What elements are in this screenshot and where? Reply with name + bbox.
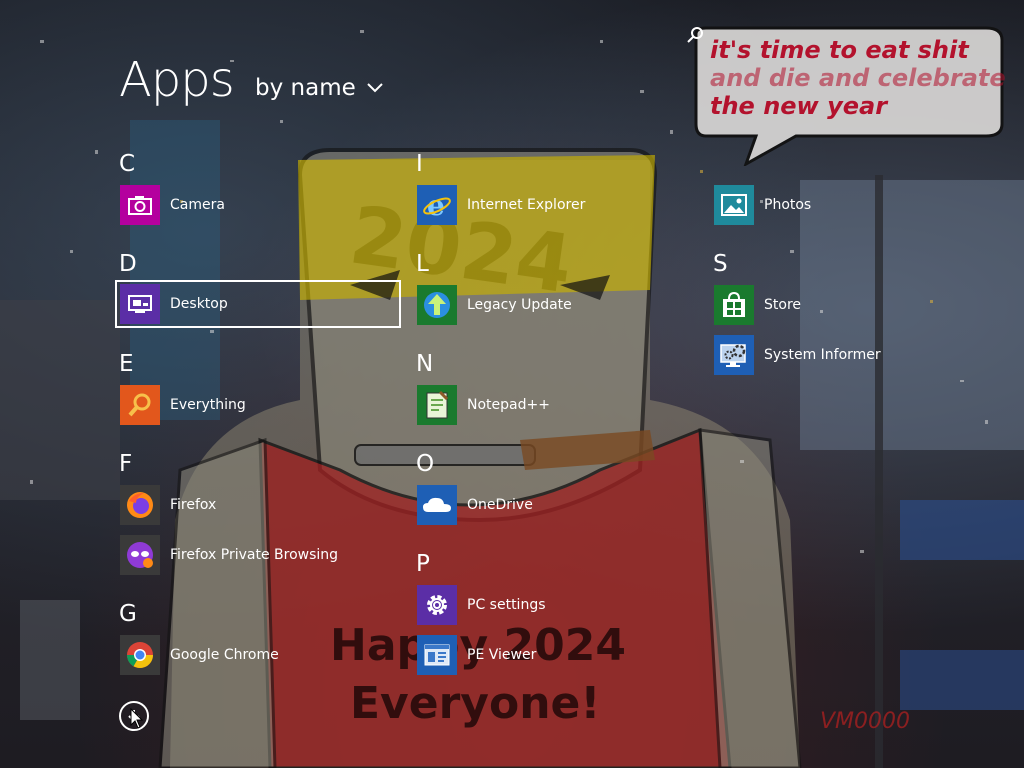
mouse-cursor-icon	[130, 708, 144, 729]
group-header-l[interactable]: L	[416, 251, 429, 277]
group-header-c[interactable]: C	[119, 151, 135, 177]
page-title: Apps	[119, 52, 235, 108]
app-pc-settings[interactable]: PC settings	[417, 583, 701, 627]
svg-text:Everyone!: Everyone!	[350, 678, 600, 729]
bubble-line-1: it's time to eat shit	[710, 36, 969, 64]
app-notepadpp[interactable]: Notepad++	[417, 383, 701, 427]
app-label: Notepad++	[467, 397, 550, 413]
group-header-p[interactable]: P	[416, 551, 430, 577]
sort-label: by name	[255, 75, 356, 101]
app-label: System Informer	[764, 347, 881, 363]
app-everything[interactable]: Everything	[120, 383, 404, 427]
app-label: PE Viewer	[467, 647, 537, 663]
search-icon[interactable]	[686, 26, 704, 44]
bubble-line-2: and die and celebrate	[710, 64, 1006, 92]
group-header-o[interactable]: O	[416, 451, 434, 477]
search-box[interactable]: it's time to eat shit and die and celebr…	[686, 26, 1006, 166]
app-label: OneDrive	[467, 497, 533, 513]
group-header-d[interactable]: D	[119, 251, 137, 277]
app-google-chrome[interactable]: Google Chrome	[120, 633, 404, 677]
group-header-s[interactable]: S	[713, 251, 728, 277]
chevron-down-icon	[367, 83, 383, 93]
app-label: Everything	[170, 397, 246, 413]
camera-icon	[120, 185, 160, 225]
app-legacy-update[interactable]: Legacy Update	[417, 283, 701, 327]
app-desktop[interactable]: Desktop	[115, 280, 401, 328]
chrome-icon	[120, 635, 160, 675]
app-label: PC settings	[467, 597, 546, 613]
bubble-line-3: the new year	[710, 92, 888, 120]
photos-icon	[714, 185, 754, 225]
app-internet-explorer[interactable]: e Internet Explorer	[417, 183, 701, 227]
group-header-g[interactable]: G	[119, 601, 137, 627]
app-pe-viewer[interactable]: PE Viewer	[417, 633, 701, 677]
app-label: Store	[764, 297, 802, 313]
desktop-icon	[120, 284, 160, 324]
internet-explorer-icon: e	[417, 185, 457, 225]
gear-icon	[417, 585, 457, 625]
pe-viewer-icon	[417, 635, 457, 675]
app-label: Internet Explorer	[467, 197, 586, 213]
group-header-n[interactable]: N	[416, 351, 433, 377]
sort-by-name-toggle[interactable]: by name	[255, 75, 384, 101]
notepadpp-icon	[417, 385, 457, 425]
app-label: Photos	[764, 197, 812, 213]
app-store[interactable]: Store	[714, 283, 998, 327]
app-system-informer[interactable]: System Informer	[714, 333, 998, 377]
app-label: Legacy Update	[467, 297, 572, 313]
svg-text:VM0000: VM0000	[820, 709, 910, 734]
app-label: Camera	[170, 197, 225, 213]
firefox-icon	[120, 485, 160, 525]
everything-search-icon	[120, 385, 160, 425]
app-firefox[interactable]: Firefox	[120, 483, 404, 527]
store-icon	[714, 285, 754, 325]
app-photos[interactable]: Photos	[714, 183, 998, 227]
start-screen-apps-view: Happy 2024 Everyone! 2024 VM0000 Apps by…	[0, 0, 1024, 768]
app-label: Firefox	[170, 497, 217, 513]
group-header-f[interactable]: F	[119, 451, 132, 477]
app-firefox-private-browsing[interactable]: Firefox Private Browsing	[120, 533, 404, 577]
app-camera[interactable]: Camera	[120, 183, 404, 227]
onedrive-icon	[417, 485, 457, 525]
group-header-e[interactable]: E	[119, 351, 134, 377]
app-onedrive[interactable]: OneDrive	[417, 483, 701, 527]
app-label: Firefox Private Browsing	[170, 547, 339, 563]
app-label: Desktop	[170, 296, 228, 312]
firefox-private-icon	[120, 535, 160, 575]
app-label: Google Chrome	[170, 647, 279, 663]
legacy-update-icon	[417, 285, 457, 325]
group-header-i[interactable]: I	[416, 151, 423, 177]
system-informer-icon	[714, 335, 754, 375]
